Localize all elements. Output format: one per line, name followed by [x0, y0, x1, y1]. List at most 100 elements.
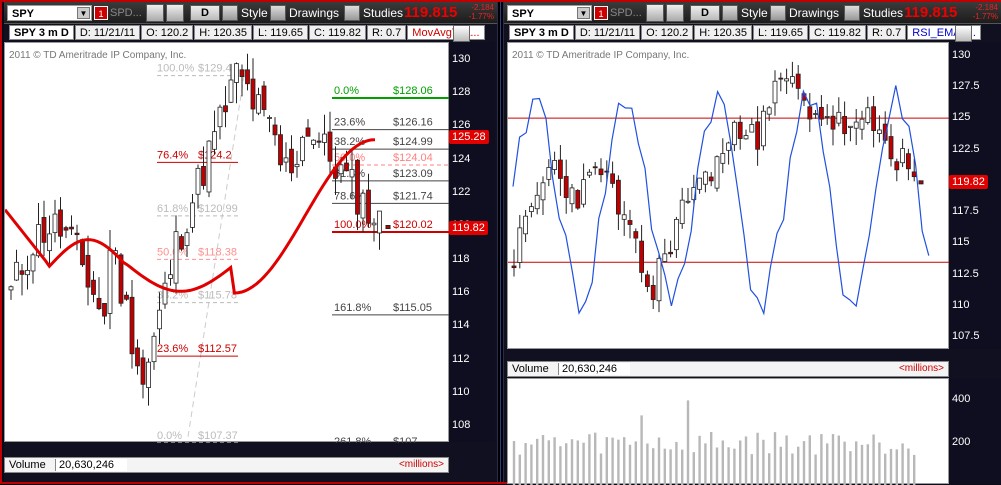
- volume-bar: [559, 446, 562, 485]
- left-price-plot[interactable]: 2011 © TD Ameritrade IP Company, Inc. 10…: [4, 42, 450, 443]
- fib-level-percent: 23.6%: [334, 117, 365, 129]
- candle-body: [278, 134, 283, 166]
- zoom-icon[interactable]: [166, 4, 184, 22]
- studies-icon: [344, 5, 360, 21]
- symbol-selector[interactable]: SPY ▼: [507, 5, 592, 21]
- link-icon[interactable]: 1: [94, 6, 108, 20]
- price-marker: 125.28: [449, 130, 489, 145]
- candle-body: [151, 335, 157, 363]
- aggregation-button[interactable]: D: [690, 5, 720, 21]
- fib-level-percent: 0.0%: [334, 85, 359, 97]
- candle-body: [616, 179, 621, 215]
- fib-level-percent: 76.4%: [157, 149, 188, 161]
- right-price-plot[interactable]: 2011 © TD Ameritrade IP Company, Inc.: [507, 42, 950, 349]
- volume-bar: [773, 432, 777, 485]
- price-marker: 119.82: [949, 175, 988, 190]
- chart-settings-icon[interactable]: [955, 25, 972, 42]
- candle-body: [621, 214, 627, 220]
- volume-label: Volume: [512, 363, 549, 375]
- style-menu[interactable]: Style: [222, 4, 268, 22]
- fib-level-price: $124.04: [393, 152, 433, 164]
- studies-menu[interactable]: Studies: [344, 4, 403, 22]
- candle-body: [824, 116, 830, 118]
- volume-bar: [512, 440, 516, 485]
- candle-body: [598, 168, 604, 176]
- last-price: 119.815: [404, 4, 458, 21]
- indicator-label[interactable]: MovAvgTria...: [407, 25, 485, 40]
- volume-bar: [750, 454, 753, 485]
- fib-level-percent: 100.0%: [157, 63, 195, 75]
- drawings-menu[interactable]: Drawings: [270, 4, 339, 22]
- volume-bar: [843, 441, 846, 485]
- drawings-icon: [770, 5, 786, 21]
- info-high: H: 120.35: [694, 25, 752, 40]
- candle-body: [69, 226, 74, 230]
- fib-level-price: $112.57: [198, 343, 237, 355]
- candle-body: [853, 121, 859, 129]
- volume-bar: [715, 447, 719, 485]
- style-menu[interactable]: Style: [722, 4, 768, 22]
- info-low: L: 119.65: [752, 25, 809, 40]
- ticker-mini: SPD...: [110, 7, 142, 19]
- volume-bar: [675, 441, 678, 485]
- candle-body: [714, 156, 720, 189]
- volume-bar: [663, 448, 666, 485]
- crosshair-icon[interactable]: [146, 4, 164, 22]
- panel-splitter[interactable]: [497, 2, 504, 482]
- candle-body: [523, 215, 529, 235]
- volume-bar: [762, 439, 765, 485]
- volume-bar: [779, 446, 782, 485]
- volume-bar: [530, 444, 533, 485]
- fib-level-price: $126.16: [393, 117, 433, 129]
- style-icon: [222, 5, 238, 21]
- candle-body: [610, 173, 615, 184]
- volume-bar: [855, 441, 858, 485]
- candle-body: [778, 77, 784, 80]
- volume-bar: [652, 448, 655, 485]
- candle-body: [283, 157, 289, 163]
- candle-body: [552, 160, 557, 170]
- candle-body: [30, 254, 36, 272]
- info-close: C: 119.82: [809, 25, 866, 40]
- candle-body: [349, 169, 355, 178]
- candle-body: [818, 106, 824, 120]
- volume-value: 20,630,246: [55, 459, 127, 471]
- volume-bar: [785, 435, 788, 485]
- price-axis-tick: 114: [452, 319, 470, 332]
- chevron-down-icon[interactable]: ▼: [77, 7, 90, 19]
- candle-body: [911, 171, 917, 178]
- fib-level-price: $118.38: [198, 246, 237, 258]
- fib-level-percent: 261.8%: [334, 436, 372, 443]
- fib-level-price: $120.99: [198, 203, 238, 215]
- candle-body: [587, 171, 592, 176]
- candle-body: [107, 249, 113, 314]
- drawings-icon: [270, 5, 286, 21]
- crosshair-icon[interactable]: [646, 4, 664, 22]
- volume-plot[interactable]: [507, 378, 949, 485]
- drawings-menu[interactable]: Drawings: [770, 4, 839, 22]
- candle-body: [656, 257, 662, 302]
- candle-body: [755, 121, 761, 150]
- info-range: R: 0.7: [866, 25, 907, 40]
- link-icon[interactable]: 1: [594, 6, 608, 20]
- chevron-down-icon[interactable]: ▼: [577, 7, 590, 19]
- aggregation-button[interactable]: D: [190, 5, 220, 21]
- price-axis-tick: 128: [452, 86, 471, 98]
- fib-level-price: $129.4: [198, 63, 232, 75]
- candle-body: [772, 80, 778, 104]
- candle-body: [633, 231, 639, 239]
- studies-menu[interactable]: Studies: [844, 4, 903, 22]
- candle-body: [685, 200, 691, 203]
- left-volume-header: Volume 20,630,246 <millions>: [4, 457, 449, 473]
- price-axis-tick: 122: [452, 186, 471, 198]
- candle-body: [563, 176, 569, 198]
- chart-settings-icon[interactable]: [453, 25, 470, 42]
- volume-svg: [512, 400, 916, 485]
- candle-body: [179, 236, 184, 250]
- candle-body: [217, 106, 223, 128]
- zoom-icon[interactable]: [666, 4, 684, 22]
- fib-level-price: $107.37: [198, 430, 238, 442]
- candle-body: [245, 69, 250, 85]
- fib-level-percent: 61.8%: [157, 203, 188, 215]
- symbol-selector[interactable]: SPY ▼: [7, 5, 92, 21]
